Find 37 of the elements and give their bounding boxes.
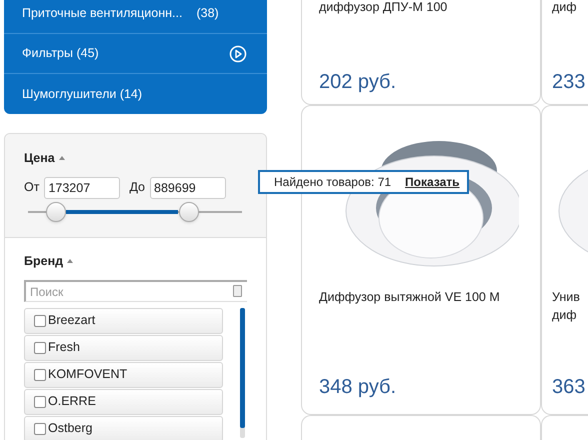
product-title[interactable]: диффузор ДПУ-М 100: [319, 0, 523, 17]
filter-title: Бренд: [24, 252, 64, 270]
product-price: 363: [552, 375, 586, 400]
price-to-field[interactable]: 889699: [150, 176, 226, 199]
product-title[interactable]: Диффузор вытяжной VE 100 M: [319, 288, 523, 342]
show-link[interactable]: Показать: [405, 173, 460, 191]
checkbox[interactable]: [34, 368, 46, 380]
slider-handle[interactable]: [46, 202, 66, 222]
category-item[interactable]: Приточные вентиляционн... (38): [4, 0, 267, 34]
collapse-caret-icon[interactable]: [58, 156, 65, 160]
brand-option[interactable]: Fresh: [24, 334, 223, 360]
checkbox[interactable]: [34, 422, 46, 434]
product-title[interactable]: Унив диф: [552, 288, 588, 342]
slider-handle[interactable]: [178, 202, 198, 222]
brand-search-field[interactable]: Поиск: [24, 280, 247, 302]
from-label: От: [24, 179, 40, 196]
brand-option[interactable]: O.ERRE: [24, 388, 223, 414]
brand-option[interactable]: KOMFOVENT: [24, 362, 223, 388]
checkbox[interactable]: [34, 314, 46, 326]
list-icon: [233, 284, 242, 296]
filter-title: Цена: [24, 150, 55, 167]
product-price: 202 руб.: [319, 70, 398, 95]
to-label: До: [129, 179, 146, 196]
checkbox[interactable]: [34, 342, 46, 354]
scrollbar[interactable]: [240, 308, 245, 438]
brand-option[interactable]: Breezart: [24, 308, 223, 334]
checkbox[interactable]: [34, 396, 46, 408]
found-count-text: Найдено товаров: 71: [274, 174, 392, 191]
category-item[interactable]: Фильтры (45): [4, 34, 267, 74]
brand-option[interactable]: Ostberg: [24, 416, 223, 440]
category-item[interactable]: Шумоглушители (14): [4, 74, 267, 114]
price-from-field[interactable]: 173207: [44, 176, 120, 199]
play-circle-icon[interactable]: [229, 44, 247, 62]
product-price: 233: [552, 70, 586, 95]
collapse-caret-icon[interactable]: [67, 259, 74, 264]
product-price: 348 руб.: [319, 375, 398, 400]
product-title[interactable]: диф: [552, 0, 588, 17]
